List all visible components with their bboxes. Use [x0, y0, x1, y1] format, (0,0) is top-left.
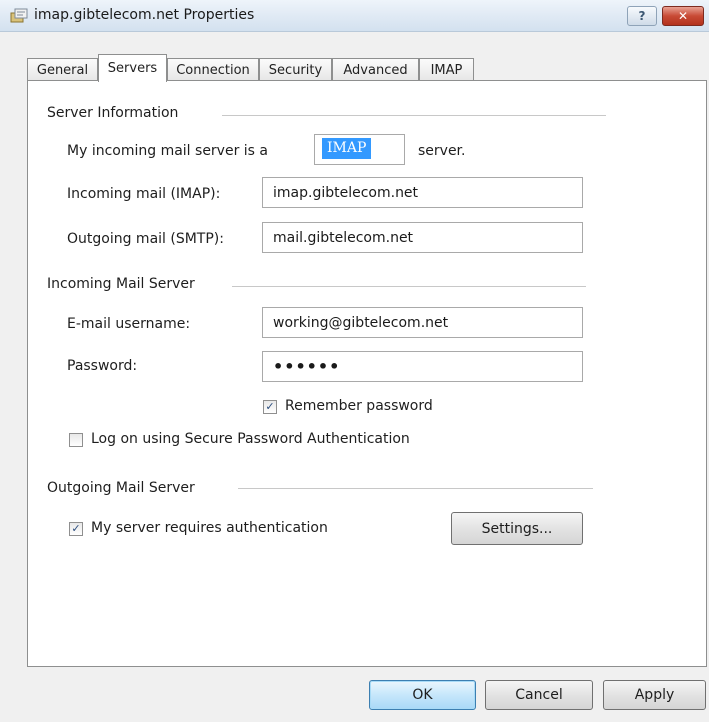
- incoming-server-type-field[interactable]: IMAP: [314, 134, 405, 165]
- server-requires-auth-checkbox[interactable]: ✓: [69, 522, 83, 536]
- divider: [232, 286, 586, 287]
- incoming-mail-input[interactable]: imap.gibtelecom.net: [262, 177, 583, 208]
- mail-account-icon: [10, 8, 28, 24]
- tab-servers[interactable]: Servers: [98, 54, 167, 82]
- incoming-mail-label: Incoming mail (IMAP):: [67, 186, 221, 202]
- incoming-server-type-value: IMAP: [322, 138, 372, 159]
- email-username-input[interactable]: working@gibtelecom.net: [262, 307, 583, 338]
- cancel-button[interactable]: Cancel: [485, 680, 593, 710]
- help-button[interactable]: ?: [627, 6, 657, 26]
- tab-imap[interactable]: IMAP: [419, 58, 474, 81]
- email-username-label: E-mail username:: [67, 316, 191, 332]
- server-requires-auth-label[interactable]: My server requires authentication: [91, 520, 328, 536]
- secure-password-auth-checkbox[interactable]: [69, 433, 83, 447]
- remember-password-label[interactable]: Remember password: [285, 398, 433, 414]
- apply-button[interactable]: Apply: [603, 680, 706, 710]
- ok-button[interactable]: OK: [369, 680, 476, 710]
- tab-advanced[interactable]: Advanced: [332, 58, 419, 81]
- settings-button[interactable]: Settings...: [451, 512, 583, 545]
- incoming-mail-server-heading: Incoming Mail Server: [47, 276, 195, 292]
- outgoing-mail-input[interactable]: mail.gibtelecom.net: [262, 222, 583, 253]
- remember-password-checkbox[interactable]: ✓: [263, 400, 277, 414]
- tab-connection[interactable]: Connection: [167, 58, 259, 81]
- close-button[interactable]: ✕: [662, 6, 704, 26]
- server-information-heading: Server Information: [47, 105, 179, 121]
- incoming-type-suffix: server.: [418, 143, 466, 159]
- help-icon: ?: [638, 9, 646, 23]
- tab-security[interactable]: Security: [259, 58, 332, 81]
- tab-general[interactable]: General: [27, 58, 98, 81]
- password-input[interactable]: ••••••: [262, 351, 583, 382]
- secure-password-auth-label[interactable]: Log on using Secure Password Authenticat…: [91, 431, 410, 447]
- window-title: imap.gibtelecom.net Properties: [34, 7, 255, 23]
- close-icon: ✕: [677, 9, 689, 23]
- divider: [238, 488, 593, 489]
- title-bar[interactable]: imap.gibtelecom.net Properties ? ✕: [0, 0, 709, 32]
- incoming-type-prefix: My incoming mail server is a: [67, 143, 269, 159]
- outgoing-mail-server-heading: Outgoing Mail Server: [47, 480, 195, 496]
- properties-dialog: imap.gibtelecom.net Properties ? ✕ Gener…: [0, 0, 709, 722]
- divider: [222, 115, 606, 116]
- outgoing-mail-label: Outgoing mail (SMTP):: [67, 231, 224, 247]
- password-label: Password:: [67, 358, 138, 374]
